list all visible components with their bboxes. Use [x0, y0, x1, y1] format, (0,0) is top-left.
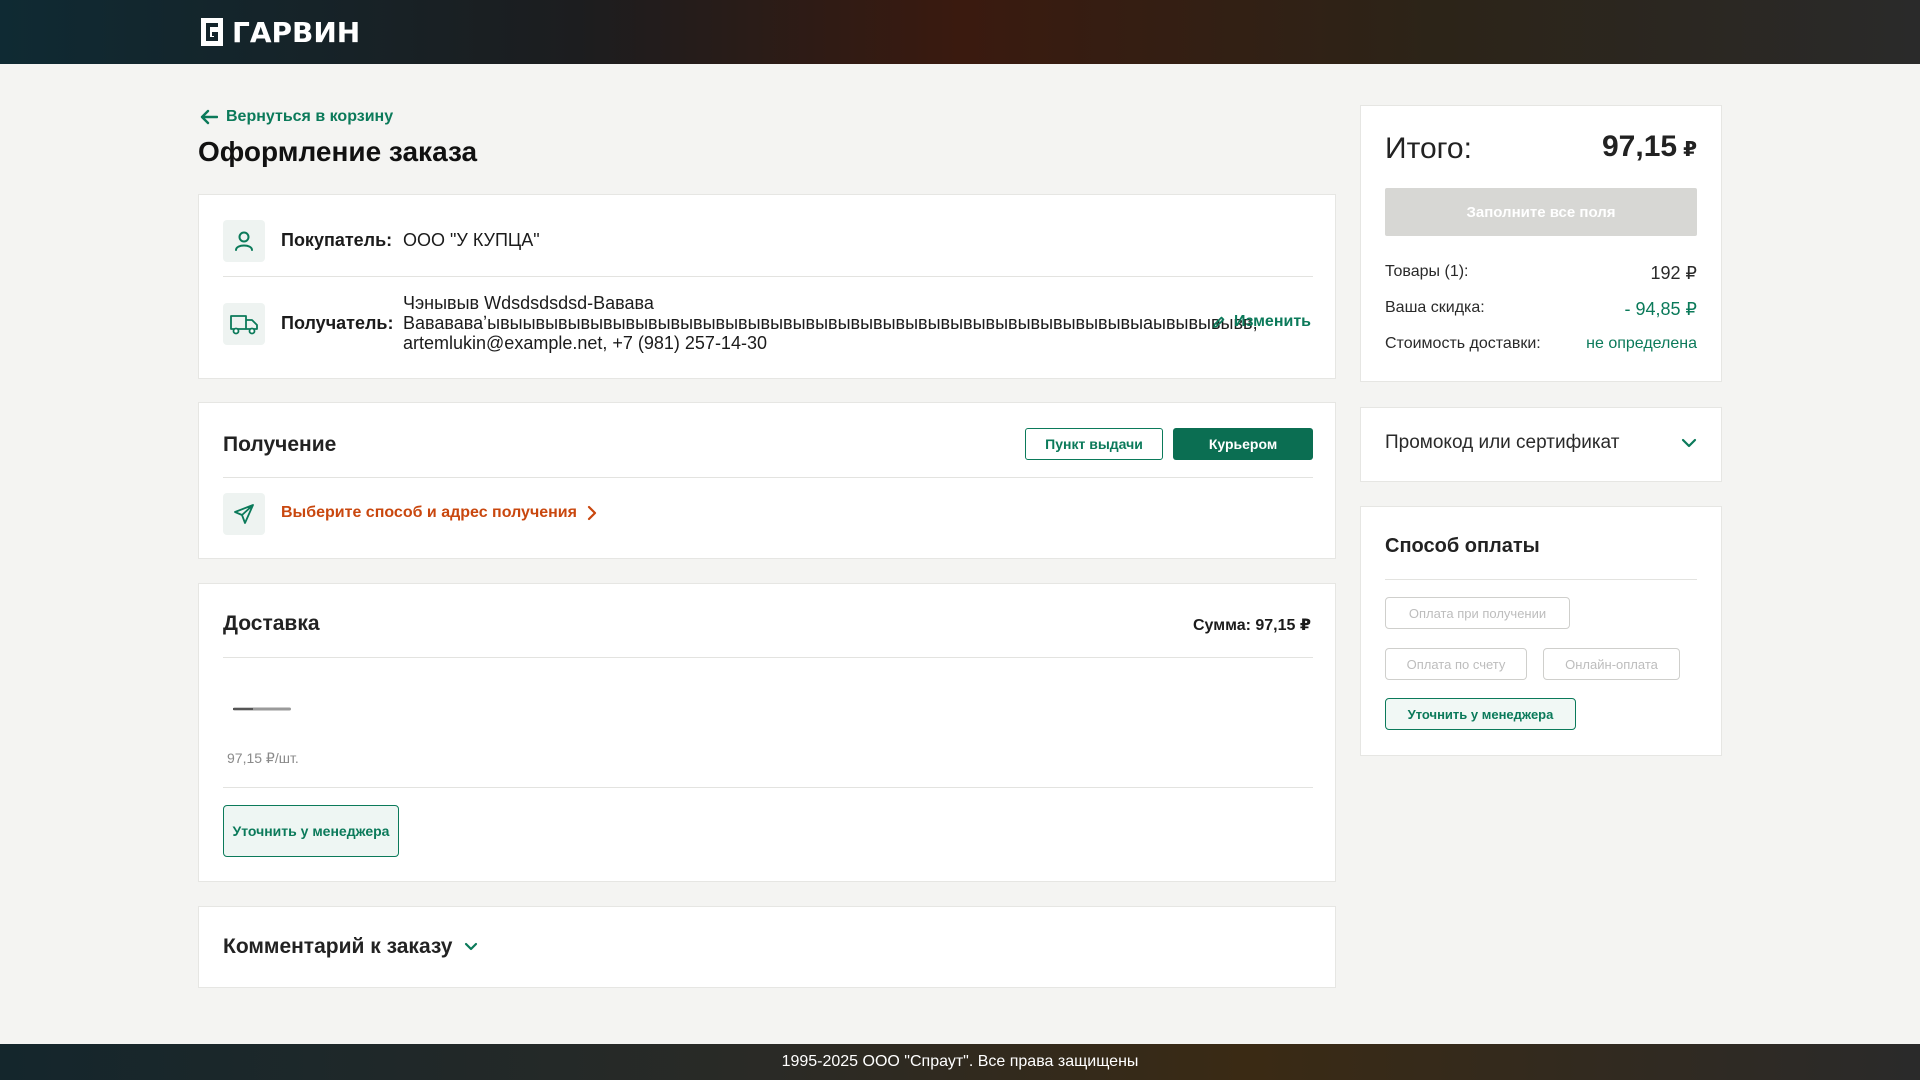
edit-recipient-button[interactable]: Изменить: [1212, 313, 1311, 331]
pencil-icon: [1213, 316, 1225, 328]
payment-title: Способ оплаты: [1385, 535, 1540, 557]
divider: [223, 276, 1313, 277]
recipient-details: Чэнывыв Wdsdsdsdsd-Вавава Вавававаʼывыыв…: [403, 293, 1258, 353]
payment-option-invoice[interactable]: Оплата по счету: [1385, 648, 1527, 680]
discount-row: Ваша скидка: - 94,85 ₽: [1385, 299, 1697, 320]
goods-value: 192 ₽: [1650, 263, 1698, 283]
payment-card: Способ оплаты Оплата при получении Оплат…: [1360, 506, 1722, 756]
shipping-value: не определена: [1586, 335, 1697, 352]
payment-option-ask-manager[interactable]: Уточнить у менеджера: [1385, 698, 1576, 730]
discount-label: Ваша скидка:: [1385, 299, 1485, 316]
recipient-name-extra: Вавававаʼывыывывывывывывывывывывывывывыв…: [403, 313, 1258, 333]
promo-toggle[interactable]: Промокод или сертификат: [1385, 432, 1697, 454]
divider: [223, 657, 1313, 658]
customer-card: Покупатель: ООО "У КУПЦА" Получатель: Чэ…: [198, 194, 1336, 379]
comment-label: Комментарий к заказу: [223, 935, 453, 958]
ask-manager-button[interactable]: Уточнить у менеджера: [223, 805, 399, 857]
pickup-point-button[interactable]: Пункт выдачи: [1025, 428, 1163, 460]
shipping-row: Стоимость доставки: не определена: [1385, 335, 1697, 353]
arrow-left-icon: [200, 109, 218, 125]
delivery-sum: Сумма: 97,15 ₽: [1193, 617, 1311, 634]
logo-icon: [201, 18, 223, 46]
choose-delivery-link[interactable]: Выберите способ и адрес получения: [281, 504, 597, 522]
logo-text: ГАРВИН: [232, 15, 361, 49]
courier-button[interactable]: Курьером: [1173, 428, 1313, 460]
chevron-down-icon: [465, 942, 478, 951]
shipping-label: Стоимость доставки:: [1385, 335, 1541, 352]
comment-card: Комментарий к заказу: [198, 906, 1336, 988]
total-value: 97,15 ₽: [1602, 130, 1697, 164]
page-title: Оформление заказа: [198, 136, 478, 167]
recipient-name: Чэнывыв Wdsdsdsdsd-Вавава: [403, 293, 654, 313]
delivery-title: Доставка: [223, 612, 320, 635]
top-header: ГАРВИН: [0, 0, 1920, 64]
promo-card: Промокод или сертификат: [1360, 407, 1722, 482]
logo[interactable]: ГАРВИН: [198, 15, 360, 49]
footer-copyright: 1995-2025 ООО "Спраут". Все права защище…: [781, 1053, 1139, 1070]
truck-icon: [223, 303, 265, 345]
choose-delivery-label: Выберите способ и адрес получения: [281, 504, 577, 521]
chevron-right-icon: [587, 505, 597, 521]
send-icon: [223, 493, 265, 535]
goods-row: Товары (1): 192 ₽: [1385, 263, 1697, 284]
total-amount: 97,15: [1602, 130, 1678, 163]
discount-value: - 94,85 ₽: [1624, 299, 1698, 319]
receiving-title: Получение: [223, 433, 337, 456]
divider: [223, 477, 1313, 478]
delivery-card: Доставка Сумма: 97,15 ₽ 97,15 ₽/шт. Уточ…: [198, 583, 1336, 882]
divider: [1385, 579, 1697, 580]
order-summary-card: Итого: 97,15 ₽ Заполните все поля Товары …: [1360, 105, 1722, 382]
edit-recipient-label: Изменить: [1234, 313, 1311, 330]
currency-symbol: ₽: [1683, 139, 1697, 161]
unit-price: 97,15 ₽/шт.: [227, 750, 299, 766]
footer: 1995-2025 ООО "Спраут". Все права защище…: [0, 1044, 1920, 1080]
user-icon: [223, 220, 265, 262]
recipient-label: Получатель:: [281, 313, 394, 333]
comment-toggle[interactable]: Комментарий к заказу: [223, 935, 478, 959]
submit-order-button[interactable]: Заполните все поля: [1385, 188, 1697, 236]
buyer-label: Покупатель:: [281, 230, 393, 250]
product-thumbnail[interactable]: [231, 704, 293, 714]
payment-option-online[interactable]: Онлайн-оплата: [1543, 648, 1680, 680]
buyer-value: ООО "У КУПЦА": [403, 230, 540, 250]
receiving-card: Получение Пункт выдачи Курьером Выберите…: [198, 402, 1336, 559]
back-to-cart-link[interactable]: Вернуться в корзину: [200, 106, 393, 128]
divider: [223, 787, 1313, 788]
payment-option-on-receipt[interactable]: Оплата при получении: [1385, 597, 1570, 629]
recipient-contacts: artemlukin@example.net, +7 (981) 257-14-…: [403, 333, 767, 353]
goods-label: Товары (1):: [1385, 263, 1469, 280]
chevron-down-icon: [1681, 438, 1697, 448]
back-to-cart-label: Вернуться в корзину: [226, 108, 394, 125]
promo-label: Промокод или сертификат: [1385, 432, 1620, 453]
total-label: Итого:: [1385, 132, 1472, 165]
